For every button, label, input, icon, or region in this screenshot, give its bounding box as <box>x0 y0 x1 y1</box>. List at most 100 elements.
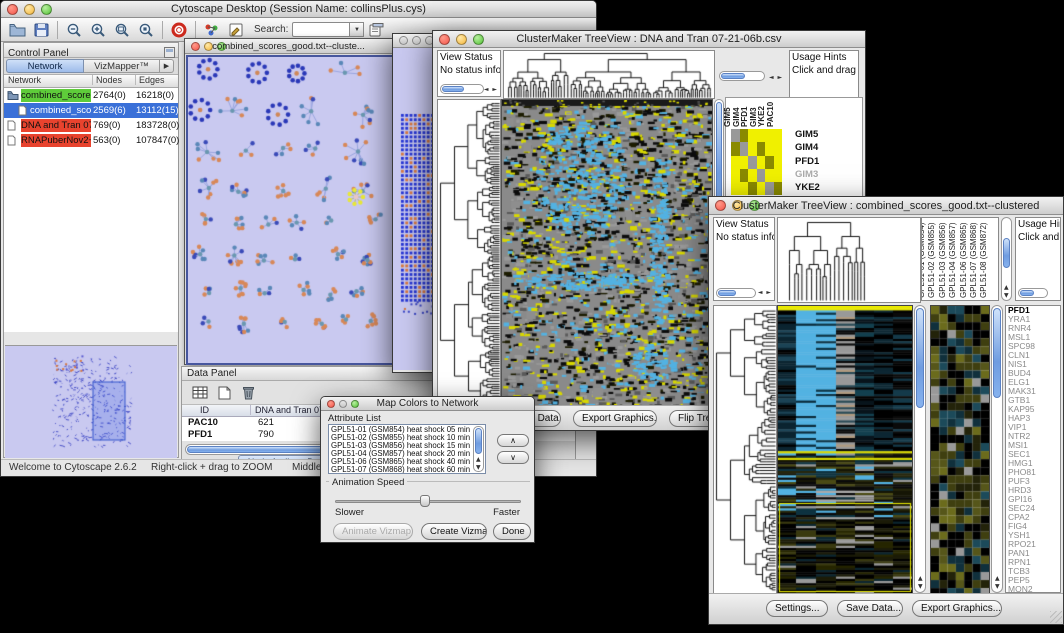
dialog-titlebar[interactable]: Map Colors to Network <box>321 397 534 411</box>
col-network[interactable]: Network <box>8 75 41 85</box>
help-lifebuoy-icon[interactable] <box>169 20 189 40</box>
view-status-scrollbar[interactable] <box>440 84 484 94</box>
gene-label[interactable]: SEC1 <box>1006 450 1060 459</box>
matrix-cell[interactable] <box>774 169 783 182</box>
gene-label[interactable]: PEP5 <box>1006 576 1060 585</box>
tv2-collabel-scrollbar[interactable]: ▲ ▼ <box>1001 217 1012 301</box>
network-window-titlebar[interactable]: combined_scores_good.txt--cluste... <box>185 39 392 54</box>
gene-label[interactable]: FIG4 <box>1006 522 1060 531</box>
matrix-cell[interactable] <box>774 156 783 169</box>
gene-label[interactable]: GTB1 <box>1006 396 1060 405</box>
gene-label[interactable]: ELG1 <box>1006 378 1060 387</box>
matrix-cell[interactable] <box>731 129 740 142</box>
new-attribute-icon[interactable] <box>214 383 234 403</box>
gene-label[interactable]: HAP3 <box>1006 414 1060 423</box>
matrix-cell[interactable] <box>748 142 757 155</box>
matrix-cell[interactable] <box>765 169 774 182</box>
tv2-settings-button[interactable]: Settings... <box>766 600 828 617</box>
matrix-cell[interactable] <box>774 182 783 195</box>
matrix-cell[interactable] <box>765 182 774 195</box>
tv1-column-dendrogram[interactable] <box>503 50 715 99</box>
save-icon[interactable] <box>31 20 51 40</box>
gene-label[interactable]: PFD1 <box>1006 306 1060 315</box>
main-titlebar[interactable]: Cytoscape Desktop (Session Name: collins… <box>1 1 596 18</box>
search-options-icon[interactable] <box>366 20 386 40</box>
scroll-arrows[interactable]: ◄ ► <box>484 86 498 93</box>
matrix-cell[interactable] <box>740 182 749 195</box>
gene-label[interactable]: BUD4 <box>1006 369 1060 378</box>
gene-label[interactable]: HMG1 <box>1006 459 1060 468</box>
matrix-cell[interactable] <box>740 129 749 142</box>
gene-label[interactable]: VIP1 <box>1006 423 1060 432</box>
gene-label[interactable]: YRA1 <box>1006 315 1060 324</box>
scroll-up-arrow[interactable]: ▲ <box>476 456 482 463</box>
matrix-cell[interactable] <box>765 129 774 142</box>
scroll-down-arrow[interactable]: ▼ <box>995 583 1001 590</box>
scroll-up-arrow[interactable]: ▲ <box>1004 284 1010 291</box>
matrix-cell[interactable] <box>757 129 766 142</box>
matrix-cell[interactable] <box>757 142 766 155</box>
gene-label[interactable]: SPC98 <box>1006 342 1060 351</box>
zoom-in-icon[interactable] <box>88 20 108 40</box>
search-dropdown-arrow[interactable]: ▼ <box>350 22 364 37</box>
scroll-down-arrow[interactable]: ▼ <box>1004 292 1010 299</box>
tv2-zoom-heatmap-canvas[interactable] <box>930 305 990 595</box>
col-nodes[interactable]: Nodes <box>92 75 122 85</box>
treeview1-titlebar[interactable]: ClusterMaker TreeView : DNA and Tran 07-… <box>433 31 865 48</box>
table-view-icon[interactable] <box>190 383 210 403</box>
gene-label[interactable]: MSI1 <box>1006 441 1060 450</box>
zoom-selected-icon[interactable] <box>136 20 156 40</box>
gene-label[interactable]: PAN1 <box>1006 549 1060 558</box>
done-button[interactable]: Done <box>493 523 531 540</box>
attribute-item[interactable]: GPL51-02 (GSM855) heat shock 10 min <box>329 434 472 442</box>
scroll-arrows[interactable]: ◄ ► <box>758 289 772 296</box>
col-edges[interactable]: Edges <box>135 75 165 85</box>
close-button[interactable] <box>399 36 408 45</box>
tv2-heatmap-canvas[interactable] <box>777 305 913 595</box>
tv2-gene-scrollbar[interactable]: ▲ ▼ <box>991 305 1003 593</box>
matrix-cell[interactable] <box>731 169 740 182</box>
matrix-cell[interactable] <box>765 142 774 155</box>
matrix-cell[interactable] <box>740 156 749 169</box>
network-canvas[interactable] <box>186 55 395 365</box>
zoom-out-icon[interactable] <box>64 20 84 40</box>
node-tool-icon[interactable] <box>202 20 222 40</box>
tv2-save-data-button[interactable]: Save Data... <box>837 600 903 617</box>
tv2-column-dendrogram[interactable] <box>777 217 921 303</box>
gene-label[interactable]: PUF3 <box>1006 477 1060 486</box>
gene-label[interactable]: NTR2 <box>1006 432 1060 441</box>
matrix-cell[interactable] <box>731 182 740 195</box>
tab-network[interactable]: Network <box>6 59 84 73</box>
gene-label[interactable]: MSL1 <box>1006 333 1060 342</box>
tab-vizmapper[interactable]: VizMapper™ <box>84 59 160 73</box>
gene-label[interactable]: KAP95 <box>1006 405 1060 414</box>
attribute-list-scrollbar[interactable]: ▲ ▼ <box>473 426 484 472</box>
minimize-button[interactable] <box>412 36 421 45</box>
tv2-vscrollbar[interactable]: ▲ ▼ <box>914 305 926 593</box>
attribute-item[interactable]: GPL51-03 (GSM856) heat shock 15 min <box>329 442 472 450</box>
gene-label[interactable]: HRD3 <box>1006 486 1060 495</box>
move-up-button[interactable]: ∧ <box>497 434 529 447</box>
zoom-fit-icon[interactable] <box>112 20 132 40</box>
usage-hints-scrollbar[interactable] <box>1018 288 1048 298</box>
gene-label[interactable]: RNR4 <box>1006 324 1060 333</box>
delete-attribute-icon[interactable] <box>238 383 258 403</box>
animate-vizmap-button[interactable]: Animate Vizmap <box>333 523 413 540</box>
attribute-item[interactable]: GPL51-07 (GSM868) heat shock 60 min <box>329 466 472 474</box>
tv2-export-graphics-button[interactable]: Export Graphics... <box>912 600 1002 617</box>
speed-slider-thumb[interactable] <box>420 495 430 507</box>
tv1-export-graphics-button[interactable]: Export Graphics... <box>573 410 657 427</box>
matrix-cell[interactable] <box>740 169 749 182</box>
treeview2-titlebar[interactable]: ClusterMaker TreeView : combined_scores_… <box>709 197 1063 215</box>
annotation-icon[interactable] <box>226 20 246 40</box>
matrix-cell[interactable] <box>774 142 783 155</box>
gene-label[interactable]: RPN1 <box>1006 558 1060 567</box>
search-input[interactable] <box>292 22 350 37</box>
gene-label[interactable]: SEC24 <box>1006 504 1060 513</box>
gene-label[interactable]: MAK31 <box>1006 387 1060 396</box>
scroll-down-arrow[interactable]: ▼ <box>918 583 924 590</box>
matrix-cell[interactable] <box>748 156 757 169</box>
view-status-scrollbar[interactable] <box>716 288 756 298</box>
matrix-cell[interactable] <box>731 142 740 155</box>
network-row[interactable]: combined_scores2764(0)16218(0) <box>4 88 178 103</box>
